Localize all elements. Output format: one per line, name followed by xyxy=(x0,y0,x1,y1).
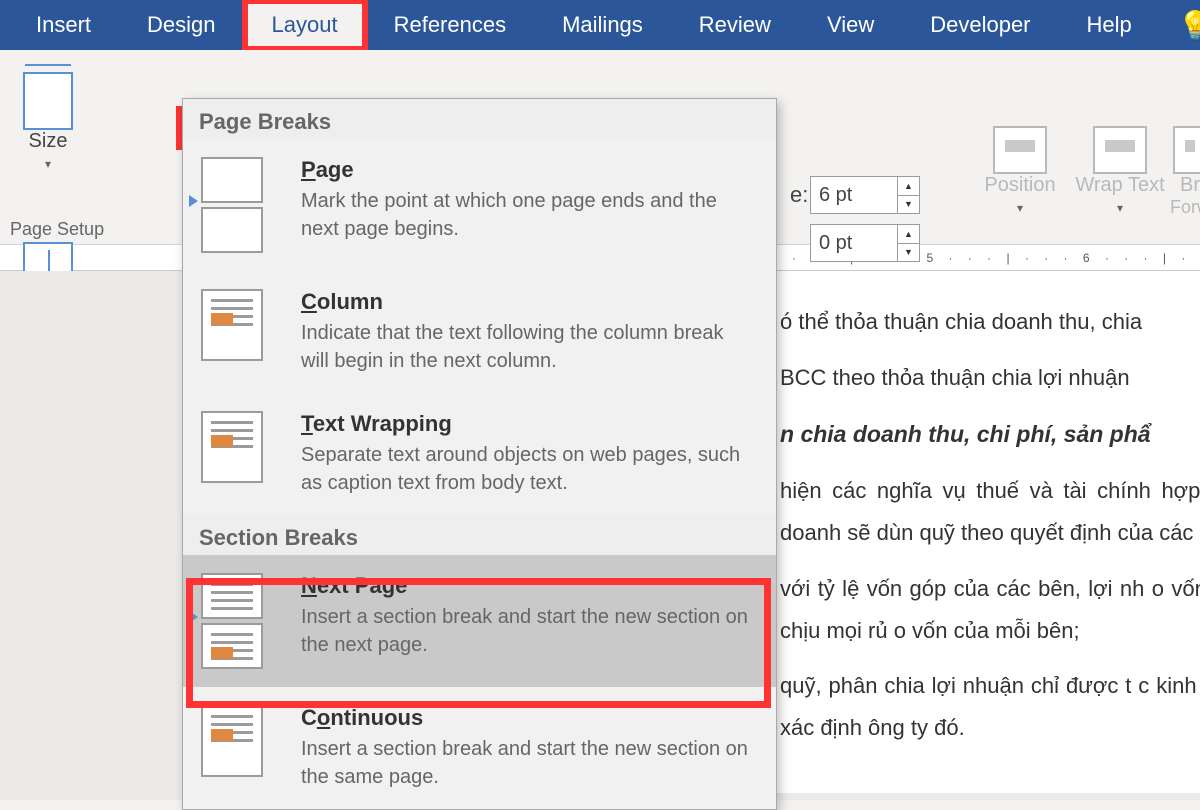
break-column-desc: Indicate that the text following the col… xyxy=(301,319,754,375)
page-break-icon xyxy=(201,157,279,253)
break-next-page-desc: Insert a section break and start the new… xyxy=(301,603,754,659)
break-next-page-title: Next Page xyxy=(301,573,754,599)
breaks-dropdown: Page Breaks Page Mark the point at which… xyxy=(182,98,777,810)
doc-heading[interactable]: n chia doanh thu, chi phí, sản phẩ xyxy=(780,413,1200,457)
break-page[interactable]: Page Mark the point at which one page en… xyxy=(183,139,776,271)
group-label-page-setup: Page Setup xyxy=(10,219,104,240)
bring-forward-label: Br xyxy=(1180,174,1200,197)
group-arrange: Position ▾ Wrap Text ▾ Br Forw xyxy=(970,112,1200,272)
column-break-icon xyxy=(201,289,279,375)
tab-view[interactable]: View xyxy=(799,0,902,50)
tab-developer[interactable]: Developer xyxy=(902,0,1058,50)
tab-mailings[interactable]: Mailings xyxy=(534,0,671,50)
break-continuous-desc: Insert a section break and start the new… xyxy=(301,735,754,791)
size-icon xyxy=(23,72,73,130)
size-button[interactable]: Size ▾ xyxy=(8,54,88,224)
tab-help[interactable]: Help xyxy=(1059,0,1160,50)
tab-insert[interactable]: Insert xyxy=(8,0,119,50)
spacing-after-spinner[interactable]: 0 pt ▲▼ xyxy=(810,224,920,262)
break-continuous[interactable]: Continuous Insert a section break and st… xyxy=(183,687,776,809)
spacing-before-spinner[interactable]: 6 pt ▲▼ xyxy=(810,176,920,214)
bring-forward-button[interactable]: Br Forw xyxy=(1170,112,1200,272)
tab-references[interactable]: References xyxy=(366,0,535,50)
doc-text[interactable]: hiện các nghĩa vụ thuế và tài chính hợp … xyxy=(780,470,1200,554)
doc-text[interactable]: ó thể thỏa thuận chia doanh thu, chia xyxy=(780,301,1200,343)
break-text-wrapping-desc: Separate text around objects on web page… xyxy=(301,441,754,497)
break-column-title: Column xyxy=(301,289,754,315)
tab-review[interactable]: Review xyxy=(671,0,799,50)
break-page-title: Page xyxy=(301,157,754,183)
wrap-text-button[interactable]: Wrap Text ▾ xyxy=(1070,112,1170,272)
tell-me-icon[interactable]: 💡 xyxy=(1178,9,1200,42)
break-text-wrapping-title: Text Wrapping xyxy=(301,411,754,437)
bring-forward-label2: Forw xyxy=(1170,197,1200,218)
doc-text[interactable]: quỹ, phân chia lợi nhuận chỉ được t c ki… xyxy=(780,665,1200,749)
spacing-before-label: e: xyxy=(790,182,808,208)
breaks-section-section: Section Breaks xyxy=(183,515,776,555)
spinner-arrows[interactable]: ▲▼ xyxy=(897,177,919,213)
ribbon-tabs: Insert Design Layout References Mailings… xyxy=(0,0,1200,50)
tab-layout[interactable]: Layout xyxy=(244,0,366,50)
break-column[interactable]: Column Indicate that the text following … xyxy=(183,271,776,393)
spacing-after-value: 0 pt xyxy=(819,232,852,255)
chevron-down-icon: ▾ xyxy=(45,157,51,171)
spinner-arrows[interactable]: ▲▼ xyxy=(897,225,919,261)
size-label: Size xyxy=(29,130,68,153)
chevron-down-icon: ▾ xyxy=(1017,201,1023,215)
break-next-page[interactable]: Next Page Insert a section break and sta… xyxy=(183,555,776,687)
spacing-before-value: 6 pt xyxy=(819,184,852,207)
doc-text[interactable]: với tỷ lệ vốn góp của các bên, lợi nh o … xyxy=(780,568,1200,652)
continuous-break-icon xyxy=(201,705,279,791)
group-page-setup: Size ▾ Columns ▾ Page Setup xyxy=(0,50,180,244)
wrap-text-label: Wrap Text xyxy=(1075,174,1164,197)
position-label: Position xyxy=(984,174,1055,197)
wrap-text-icon xyxy=(1093,126,1147,174)
tab-design[interactable]: Design xyxy=(119,0,243,50)
position-icon xyxy=(993,126,1047,174)
text-wrapping-break-icon xyxy=(201,411,279,497)
break-text-wrapping[interactable]: Text Wrapping Separate text around objec… xyxy=(183,393,776,515)
chevron-down-icon: ▾ xyxy=(1117,201,1123,215)
position-button[interactable]: Position ▾ xyxy=(970,112,1070,272)
bring-forward-icon xyxy=(1173,126,1200,174)
breaks-section-page: Page Breaks xyxy=(183,99,776,139)
doc-text[interactable]: BCC theo thỏa thuận chia lợi nhuận xyxy=(780,357,1200,399)
next-page-break-icon xyxy=(201,573,279,669)
break-continuous-title: Continuous xyxy=(301,705,754,731)
break-page-desc: Mark the point at which one page ends an… xyxy=(301,187,754,243)
